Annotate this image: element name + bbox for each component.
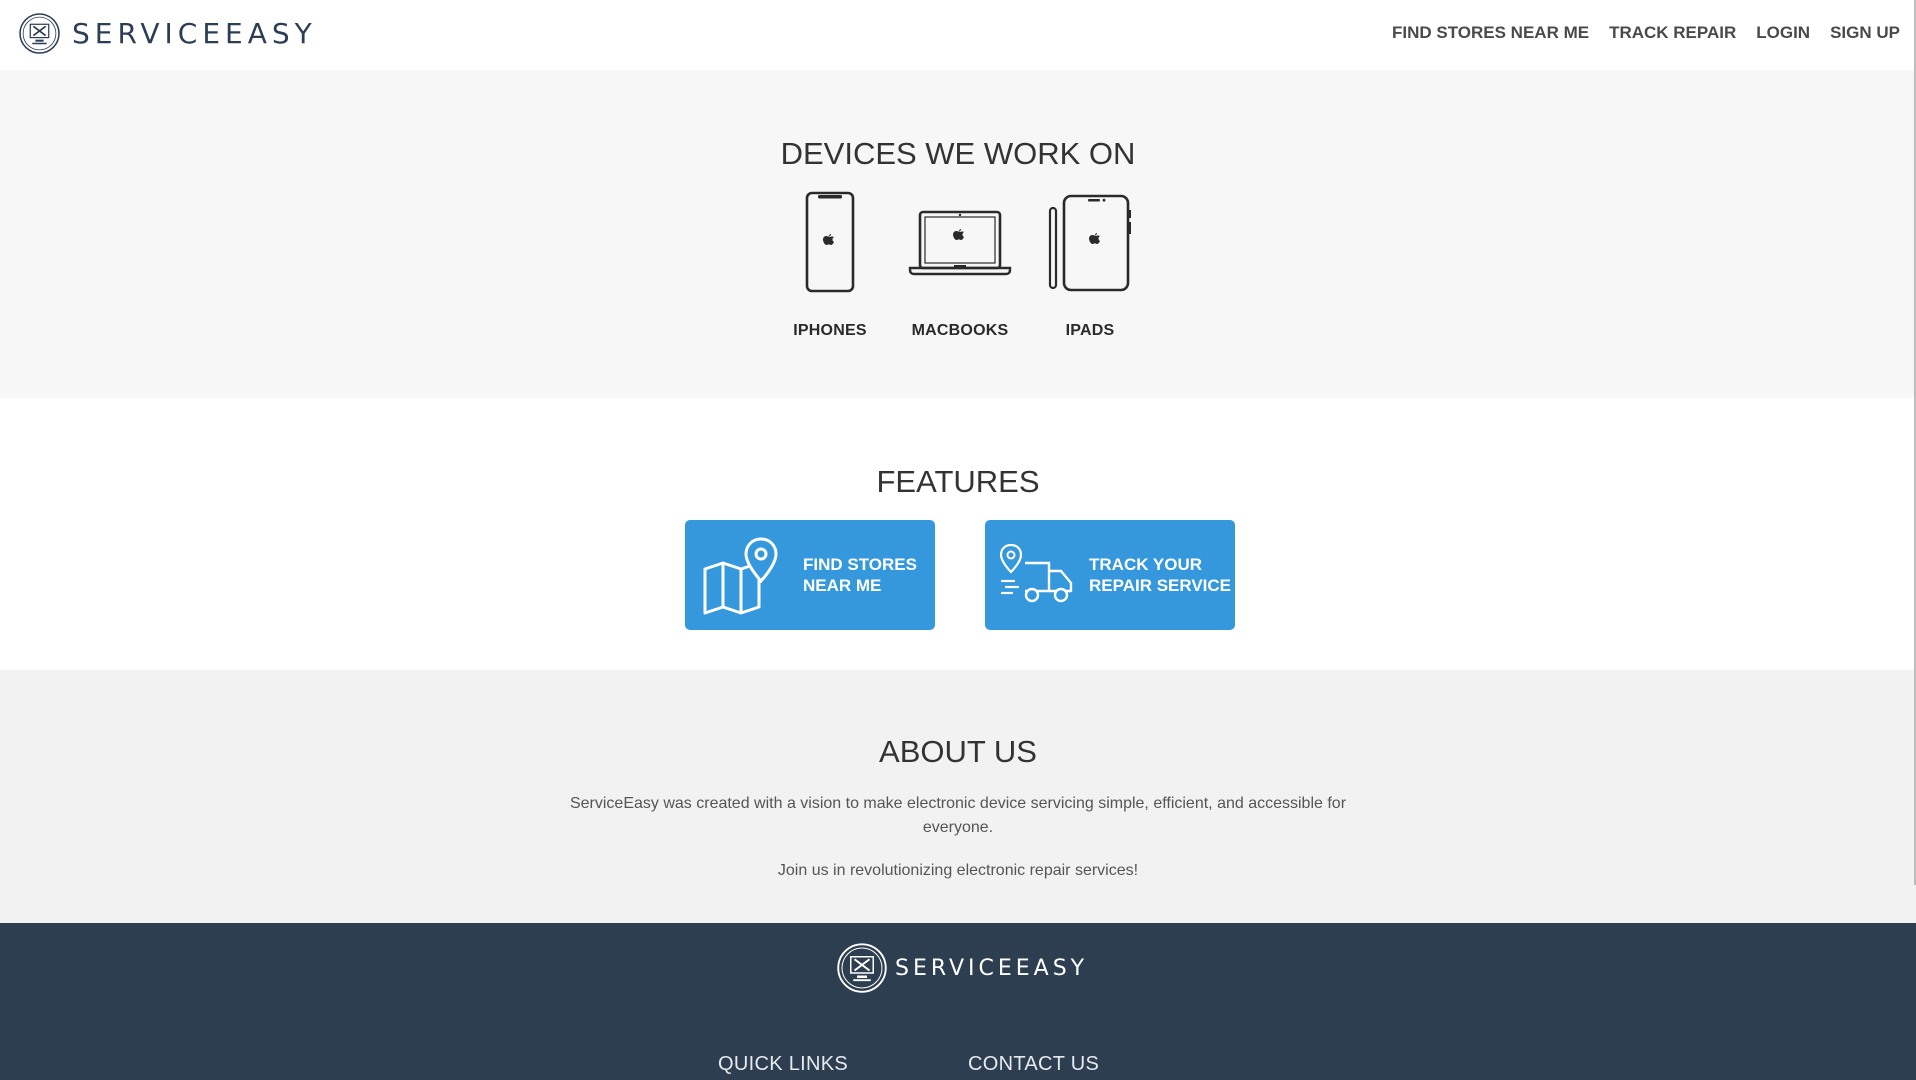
- about-paragraph-vision: ServiceEasy was created with a vision to…: [569, 795, 1347, 836]
- features-section: FEATURES FIND STORES NEAR ME TRACK YOUR …: [0, 398, 1916, 670]
- feature-track-repair-label: TRACK YOUR REPAIR SERVICE: [1089, 555, 1232, 595]
- map-pin-icon: [703, 537, 778, 615]
- nav-login[interactable]: LOGIN: [1756, 23, 1810, 43]
- device-label-iphones: IPHONES: [793, 322, 867, 339]
- footer-quick-links-heading: QUICK LINKS: [718, 1053, 848, 1075]
- iphone-icon: [805, 191, 855, 293]
- main-nav: FIND STORES NEAR ME TRACK REPAIR LOGIN S…: [1372, 23, 1900, 43]
- nav-track-repair[interactable]: TRACK REPAIR: [1609, 23, 1736, 43]
- tools-logo-icon: [837, 943, 887, 993]
- about-title: ABOUT US: [879, 734, 1037, 769]
- feature-track-repair-button[interactable]: TRACK YOUR REPAIR SERVICE: [985, 520, 1235, 630]
- nav-find-stores[interactable]: FIND STORES NEAR ME: [1392, 23, 1589, 43]
- site-header: SERVICEEASY FIND STORES NEAR ME TRACK RE…: [0, 0, 1916, 70]
- about-paragraph-join: Join us in revolutionizing electronic re…: [777, 862, 1139, 879]
- footer-contact-heading: CONTACT US: [968, 1053, 1100, 1075]
- features-title: FEATURES: [876, 464, 1040, 499]
- tools-logo-icon: [19, 13, 60, 54]
- brand-logo[interactable]: SERVICEEASY: [19, 13, 317, 54]
- device-label-ipads: IPADS: [1065, 322, 1115, 339]
- device-ipads[interactable]: IPADS: [1030, 190, 1150, 339]
- footer-brand-logo[interactable]: SERVICEEASY: [837, 943, 1088, 993]
- macbook-icon: [908, 210, 1012, 276]
- feature-find-stores-button[interactable]: FIND STORES NEAR ME: [685, 520, 935, 630]
- nav-sign-up[interactable]: SIGN UP: [1830, 23, 1900, 43]
- footer-brand-name: SERVICEEASY: [895, 955, 1089, 981]
- devices-section: DEVICES WE WORK ON IPHONES MACBOOKS IPAD…: [0, 70, 1916, 398]
- devices-title: DEVICES WE WORK ON: [780, 136, 1136, 171]
- device-iphones[interactable]: IPHONES: [770, 190, 890, 339]
- ipad-icon: [1048, 194, 1131, 292]
- device-label-macbooks: MACBOOKS: [911, 322, 1009, 339]
- delivery-truck-icon: [999, 543, 1073, 603]
- about-section: ABOUT US ServiceEasy was created with a …: [0, 670, 1916, 923]
- brand-name: SERVICEEASY: [72, 17, 317, 50]
- site-footer: SERVICEEASY QUICK LINKS CONTACT US: [0, 923, 1916, 1080]
- feature-find-stores-label: FIND STORES NEAR ME: [803, 555, 917, 595]
- device-macbooks[interactable]: MACBOOKS: [900, 190, 1020, 339]
